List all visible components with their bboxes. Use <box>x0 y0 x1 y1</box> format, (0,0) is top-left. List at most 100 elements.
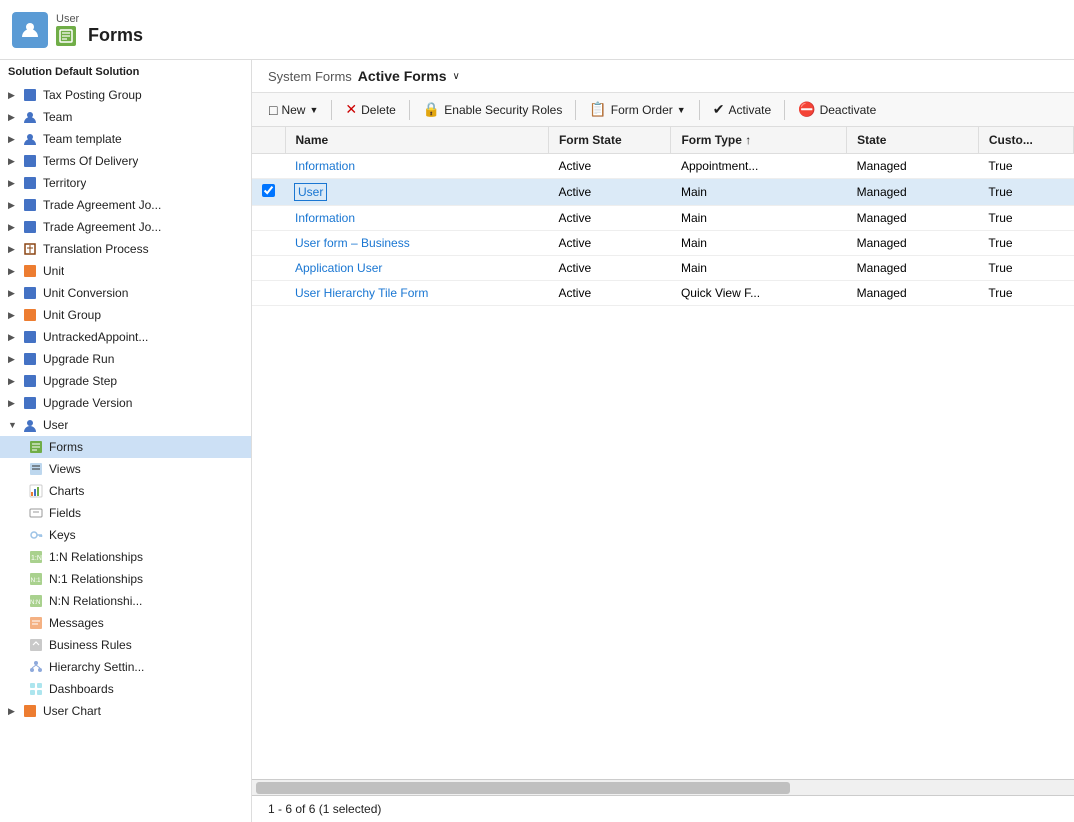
row-form-type-cell: Quick View F... <box>671 281 847 306</box>
sidebar-subitem-label: Views <box>49 462 81 476</box>
activate-label: Activate <box>728 103 771 117</box>
sidebar-item-territory[interactable]: ▶ Territory <box>0 172 251 194</box>
forms-icon <box>56 26 76 46</box>
sidebar-item-label: Unit <box>43 264 64 278</box>
row-checkbox-cell[interactable] <box>252 179 285 206</box>
column-header-form-type[interactable]: Form Type ↑ <box>671 127 847 154</box>
toolbar-separator-5 <box>784 100 785 120</box>
sidebar-item-terms-of-delivery[interactable]: ▶ Terms Of Delivery <box>0 150 251 172</box>
sidebar-subitem-n1-relationships[interactable]: N:1 N:1 Relationships <box>0 568 251 590</box>
sidebar-subitem-views[interactable]: Views <box>0 458 251 480</box>
sidebar-item-trade-agreement-jo2[interactable]: ▶ Trade Agreement Jo... <box>0 216 251 238</box>
delete-label: Delete <box>361 103 396 117</box>
column-header-checkbox[interactable] <box>252 127 285 154</box>
sidebar-subitem-hierarchy-settings[interactable]: Hierarchy Settin... <box>0 656 251 678</box>
sidebar-item-unit-group[interactable]: ▶ Unit Group <box>0 304 251 326</box>
row-name-cell[interactable]: User form – Business <box>285 231 548 256</box>
sidebar-item-unit-conversion[interactable]: ▶ Unit Conversion <box>0 282 251 304</box>
column-header-form-state[interactable]: Form State <box>548 127 670 154</box>
sidebar-item-tax-posting-group[interactable]: ▶ Tax Posting Group <box>0 84 251 106</box>
activate-icon: ✔ <box>713 101 725 118</box>
row-checkbox-cell[interactable] <box>252 154 285 179</box>
sidebar-item-upgrade-version[interactable]: ▶ Upgrade Version <box>0 392 251 414</box>
sidebar-item-unit[interactable]: ▶ Unit <box>0 260 251 282</box>
row-checkbox-cell[interactable] <box>252 281 285 306</box>
new-dropdown-arrow[interactable]: ▼ <box>309 105 318 115</box>
entity-icon <box>22 351 38 367</box>
row-name-cell[interactable]: Application User <box>285 256 548 281</box>
row-checkbox[interactable] <box>262 184 275 197</box>
active-forms-label[interactable]: Active Forms <box>358 68 447 84</box>
expand-arrow: ▶ <box>8 398 18 409</box>
svg-text:N:N: N:N <box>30 600 40 606</box>
table-row[interactable]: InformationActiveAppointment...ManagedTr… <box>252 154 1074 179</box>
sidebar-subitem-forms[interactable]: Forms <box>0 436 251 458</box>
sidebar-subitem-label: N:1 Relationships <box>49 572 143 586</box>
entity-icon <box>22 373 38 389</box>
column-header-state[interactable]: State <box>847 127 979 154</box>
table-row[interactable]: User form – BusinessActiveMainManagedTru… <box>252 231 1074 256</box>
new-button[interactable]: □ New ▼ <box>260 98 327 122</box>
sidebar-subitem-dashboards[interactable]: Dashboards <box>0 678 251 700</box>
row-name-cell[interactable]: User <box>285 179 548 206</box>
sidebar-item-team-template[interactable]: ▶ Team template <box>0 128 251 150</box>
row-form-state-cell: Active <box>548 154 670 179</box>
table-container: Name Form State Form Type ↑ State Custo.… <box>252 127 1074 779</box>
sidebar-subitem-charts[interactable]: Charts <box>0 480 251 502</box>
sidebar-subitem-1n-relationships[interactable]: 1:N 1:N Relationships <box>0 546 251 568</box>
expand-arrow: ▶ <box>8 200 18 211</box>
row-checkbox-cell[interactable] <box>252 206 285 231</box>
sidebar-subitem-fields[interactable]: Fields <box>0 502 251 524</box>
sidebar-item-label: Team template <box>43 132 122 146</box>
column-header-name[interactable]: Name <box>285 127 548 154</box>
form-order-dropdown-arrow[interactable]: ▼ <box>677 105 686 115</box>
sidebar-item-untracked-appoint[interactable]: ▶ UntrackedAppoint... <box>0 326 251 348</box>
sidebar-subitem-label: Business Rules <box>49 638 132 652</box>
row-name-cell[interactable]: Information <box>285 154 548 179</box>
fields-subitem-icon <box>28 505 44 521</box>
delete-button[interactable]: ✕ Delete <box>336 97 404 122</box>
row-checkbox-cell[interactable] <box>252 256 285 281</box>
sidebar-item-upgrade-run[interactable]: ▶ Upgrade Run <box>0 348 251 370</box>
row-name-link[interactable]: User Hierarchy Tile Form <box>295 286 428 300</box>
expand-arrow: ▶ <box>8 376 18 387</box>
row-name-cell[interactable]: Information <box>285 206 548 231</box>
row-name-link[interactable]: User <box>295 184 326 200</box>
sidebar-subitem-business-rules[interactable]: Business Rules <box>0 634 251 656</box>
row-name-link[interactable]: Information <box>295 211 355 225</box>
sidebar-item-trade-agreement-jo1[interactable]: ▶ Trade Agreement Jo... <box>0 194 251 216</box>
sidebar-subitem-label: Dashboards <box>49 682 114 696</box>
row-form-type-cell: Main <box>671 179 847 206</box>
row-name-link[interactable]: Information <box>295 159 355 173</box>
sidebar-item-user-chart[interactable]: ▶ User Chart <box>0 700 251 722</box>
column-header-customizable[interactable]: Custo... <box>978 127 1073 154</box>
expand-arrow: ▶ <box>8 244 18 255</box>
row-state-cell: Managed <box>847 281 979 306</box>
sidebar-subitem-nn-relationships[interactable]: N:N N:N Relationshi... <box>0 590 251 612</box>
sidebar-subitem-messages[interactable]: Messages <box>0 612 251 634</box>
form-order-button[interactable]: 📋 Form Order ▼ <box>580 97 694 122</box>
sidebar-item-upgrade-step[interactable]: ▶ Upgrade Step <box>0 370 251 392</box>
deactivate-button[interactable]: ⛔ Deactivate <box>789 97 885 122</box>
sidebar-item-user[interactable]: ▼ User <box>0 414 251 436</box>
sidebar-subitem-keys[interactable]: Keys <box>0 524 251 546</box>
toolbar: □ New ▼ ✕ Delete 🔒 Enable Security Roles… <box>252 93 1074 127</box>
row-name-link[interactable]: Application User <box>295 261 382 275</box>
active-forms-dropdown-arrow[interactable]: ∨ <box>453 71 460 82</box>
row-checkbox-cell[interactable] <box>252 231 285 256</box>
entity-icon <box>22 219 38 235</box>
sidebar-item-translation-process[interactable]: ▶ Translation Process <box>0 238 251 260</box>
table-row[interactable]: InformationActiveMainManagedTrue <box>252 206 1074 231</box>
table-row[interactable]: UserActiveMainManagedTrue <box>252 179 1074 206</box>
forms-table: Name Form State Form Type ↑ State Custo.… <box>252 127 1074 306</box>
table-row[interactable]: Application UserActiveMainManagedTrue <box>252 256 1074 281</box>
table-row[interactable]: User Hierarchy Tile FormActiveQuick View… <box>252 281 1074 306</box>
activate-button[interactable]: ✔ Activate <box>704 97 780 122</box>
delete-icon: ✕ <box>345 101 357 118</box>
horizontal-scrollbar[interactable] <box>252 780 1074 796</box>
row-name-link[interactable]: User form – Business <box>295 236 410 250</box>
scrollbar-thumb[interactable] <box>256 782 790 794</box>
sidebar-item-team[interactable]: ▶ Team <box>0 106 251 128</box>
enable-security-roles-button[interactable]: 🔒 Enable Security Roles <box>414 97 572 122</box>
row-name-cell[interactable]: User Hierarchy Tile Form <box>285 281 548 306</box>
